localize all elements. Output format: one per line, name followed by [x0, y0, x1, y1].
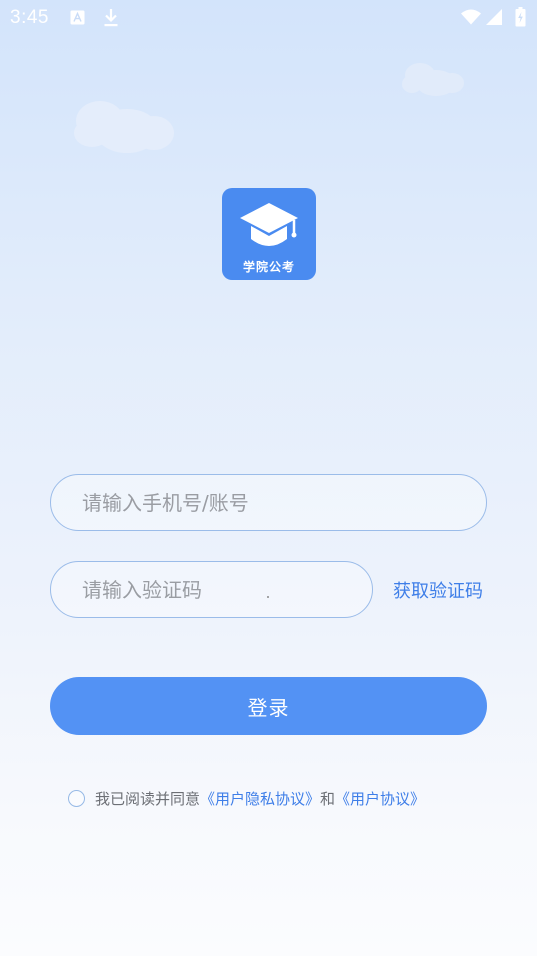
wifi-icon — [461, 9, 481, 25]
cloud-decoration-right — [402, 63, 464, 96]
cursor-dot — [267, 596, 269, 598]
status-bar: 3:45 — [0, 0, 537, 36]
privacy-agreement-link[interactable]: 《用户隐私协议》 — [200, 788, 320, 809]
account-input[interactable] — [80, 489, 486, 516]
agreement-row: 我已阅读并同意 《用户隐私协议》 和 《用户协议》 — [68, 788, 425, 809]
cloud-decoration-left — [74, 101, 174, 153]
user-agreement-link[interactable]: 《用户协议》 — [335, 788, 425, 809]
battery-icon — [515, 7, 526, 27]
code-field[interactable] — [50, 561, 373, 618]
app-logo: 学院公考 — [222, 188, 316, 280]
agreement-prefix: 我已阅读并同意 — [95, 790, 201, 808]
agreement-and: 和 — [320, 790, 336, 808]
font-notification-icon — [70, 10, 85, 25]
account-field[interactable] — [50, 474, 487, 531]
cellular-signal-icon — [486, 9, 502, 25]
code-input[interactable] — [80, 576, 372, 603]
graduation-cap-icon — [240, 203, 298, 246]
logo-text: 学院公考 — [242, 260, 295, 274]
login-button[interactable]: 登录 — [50, 677, 487, 735]
get-code-button[interactable]: 获取验证码 — [393, 577, 483, 603]
agreement-checkbox[interactable] — [68, 790, 85, 807]
download-icon — [104, 9, 118, 27]
status-time: 3:45 — [10, 7, 49, 28]
